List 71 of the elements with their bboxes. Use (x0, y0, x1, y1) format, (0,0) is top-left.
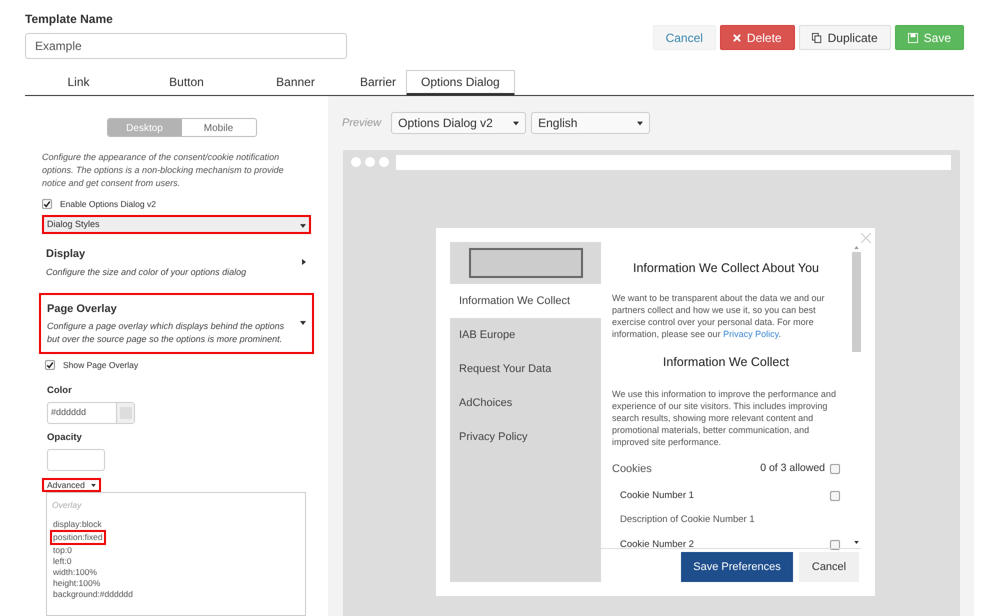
template-name-field[interactable]: Example (25, 33, 347, 59)
field-label: Template Name (25, 11, 114, 28)
delete-button[interactable]: Delete (720, 25, 795, 50)
nav-item[interactable]: IAB Europe (450, 318, 601, 352)
privacy-policy-link[interactable]: Privacy Policy (723, 328, 778, 339)
code-line: height:100% (52, 578, 102, 589)
description-text: Configure the appearance of the consent/cookie notification options. The options is a non-blocking mechanism to provide notice and get consent from users. (42, 151, 285, 190)
code-line: left:0 (52, 556, 72, 567)
caret-icon (300, 224, 306, 228)
code-line: top:0 (52, 544, 73, 556)
checkbox[interactable] (42, 199, 52, 210)
settings-section[interactable]: Display Configure the size and color of your options dialog (42, 240, 311, 285)
dropdown[interactable]: English (531, 112, 650, 134)
settings-section[interactable]: Page Overlay Configure a page overlay which displays behind the options but over the source page so the options is more prominent. (39, 292, 314, 354)
nav-item[interactable]: AdChoices (450, 386, 601, 420)
save-icon (908, 32, 918, 42)
dropdown[interactable]: Options Dialog v2 (391, 112, 526, 134)
nav-item[interactable]: Information We Collect (450, 284, 601, 318)
close-icon (732, 34, 741, 42)
code-line: background:#dddddd (52, 588, 134, 600)
scroll-down-icon[interactable] (854, 541, 858, 544)
section-description: Configure a page overlay which displays behind the options but over the source page so the options is more prominent. (47, 320, 286, 346)
save-preferences-button[interactable]: Save Preferences (681, 552, 793, 582)
dialog-heading: Information We Collect About You (632, 260, 820, 277)
code-editor[interactable]: Overlay display:block position:fixed top:0 left:0 width:100% height:100% background:#dddddd (46, 492, 306, 616)
group-label: Cookies (612, 462, 653, 476)
section-title: Display (46, 247, 86, 262)
advanced-toggle[interactable]: Advanced (42, 478, 101, 492)
caret-icon (637, 120, 644, 126)
dialog-text: We use this information to improve the performance and experience of our site visitors. This includes improving search results, showing more relevant content and promotional materials, better communication, and improved site performance. (612, 388, 837, 448)
close-icon[interactable] (861, 233, 871, 243)
dialog-subheading: Information We Collect (662, 354, 790, 371)
style-select[interactable]: Dialog Styles (42, 214, 311, 234)
preview-label: Preview (342, 116, 382, 131)
tab[interactable]: Options Dialog (406, 70, 515, 96)
cookie-name: Cookie Number 2 (620, 538, 695, 552)
checkbox[interactable] (830, 464, 840, 474)
cancel-button[interactable]: Cancel (652, 25, 716, 50)
nav-item[interactable]: Privacy Policy (450, 420, 601, 454)
checkbox[interactable] (45, 360, 55, 370)
duplicate-button[interactable]: Duplicate (798, 25, 891, 50)
allowed-count: 0 of 3 allowed (760, 460, 825, 476)
tab[interactable]: Barrier (350, 69, 406, 95)
caret-icon (301, 259, 307, 266)
caret-icon (300, 320, 306, 326)
section-title: Page Overlay (47, 302, 118, 317)
section-description: Configure the size and color of your options dialog (46, 266, 248, 279)
cookie-name: Cookie Number 1 (620, 489, 695, 503)
checkbox[interactable] (830, 491, 840, 502)
placeholder-text: Overlay (52, 499, 82, 512)
cancel-button[interactable]: Cancel (799, 552, 859, 582)
color-field[interactable]: #dddddd (47, 402, 135, 424)
dialog-text: We want to be transparent about the data we and our partners collect and how we use it, so you can best exercise control over your personal data. For more information, please see our Privacy Policy. (612, 292, 826, 340)
checkbox-label: Show Page Overlay (63, 359, 138, 372)
field-label: Opacity (47, 431, 83, 446)
code-line: display:block (52, 518, 103, 530)
tab[interactable]: Banner (241, 69, 350, 95)
caret-icon (513, 120, 520, 126)
checkbox-label: Enable Options Dialog v2 (60, 198, 156, 211)
checkbox[interactable] (830, 540, 840, 550)
caret-icon (90, 484, 96, 487)
cookie-description: Description of Cookie Number 1 (620, 513, 756, 528)
scrollbar-thumb[interactable] (852, 252, 860, 352)
tab[interactable]: Button (132, 69, 241, 95)
field-label: Color (47, 384, 73, 398)
nav-item[interactable]: Request Your Data (450, 352, 601, 386)
copy-icon (812, 32, 822, 42)
code-line: width:100% (52, 566, 98, 578)
tab[interactable]: Link (25, 69, 132, 95)
opacity-field[interactable] (47, 449, 105, 472)
scroll-up-icon[interactable] (854, 246, 858, 249)
